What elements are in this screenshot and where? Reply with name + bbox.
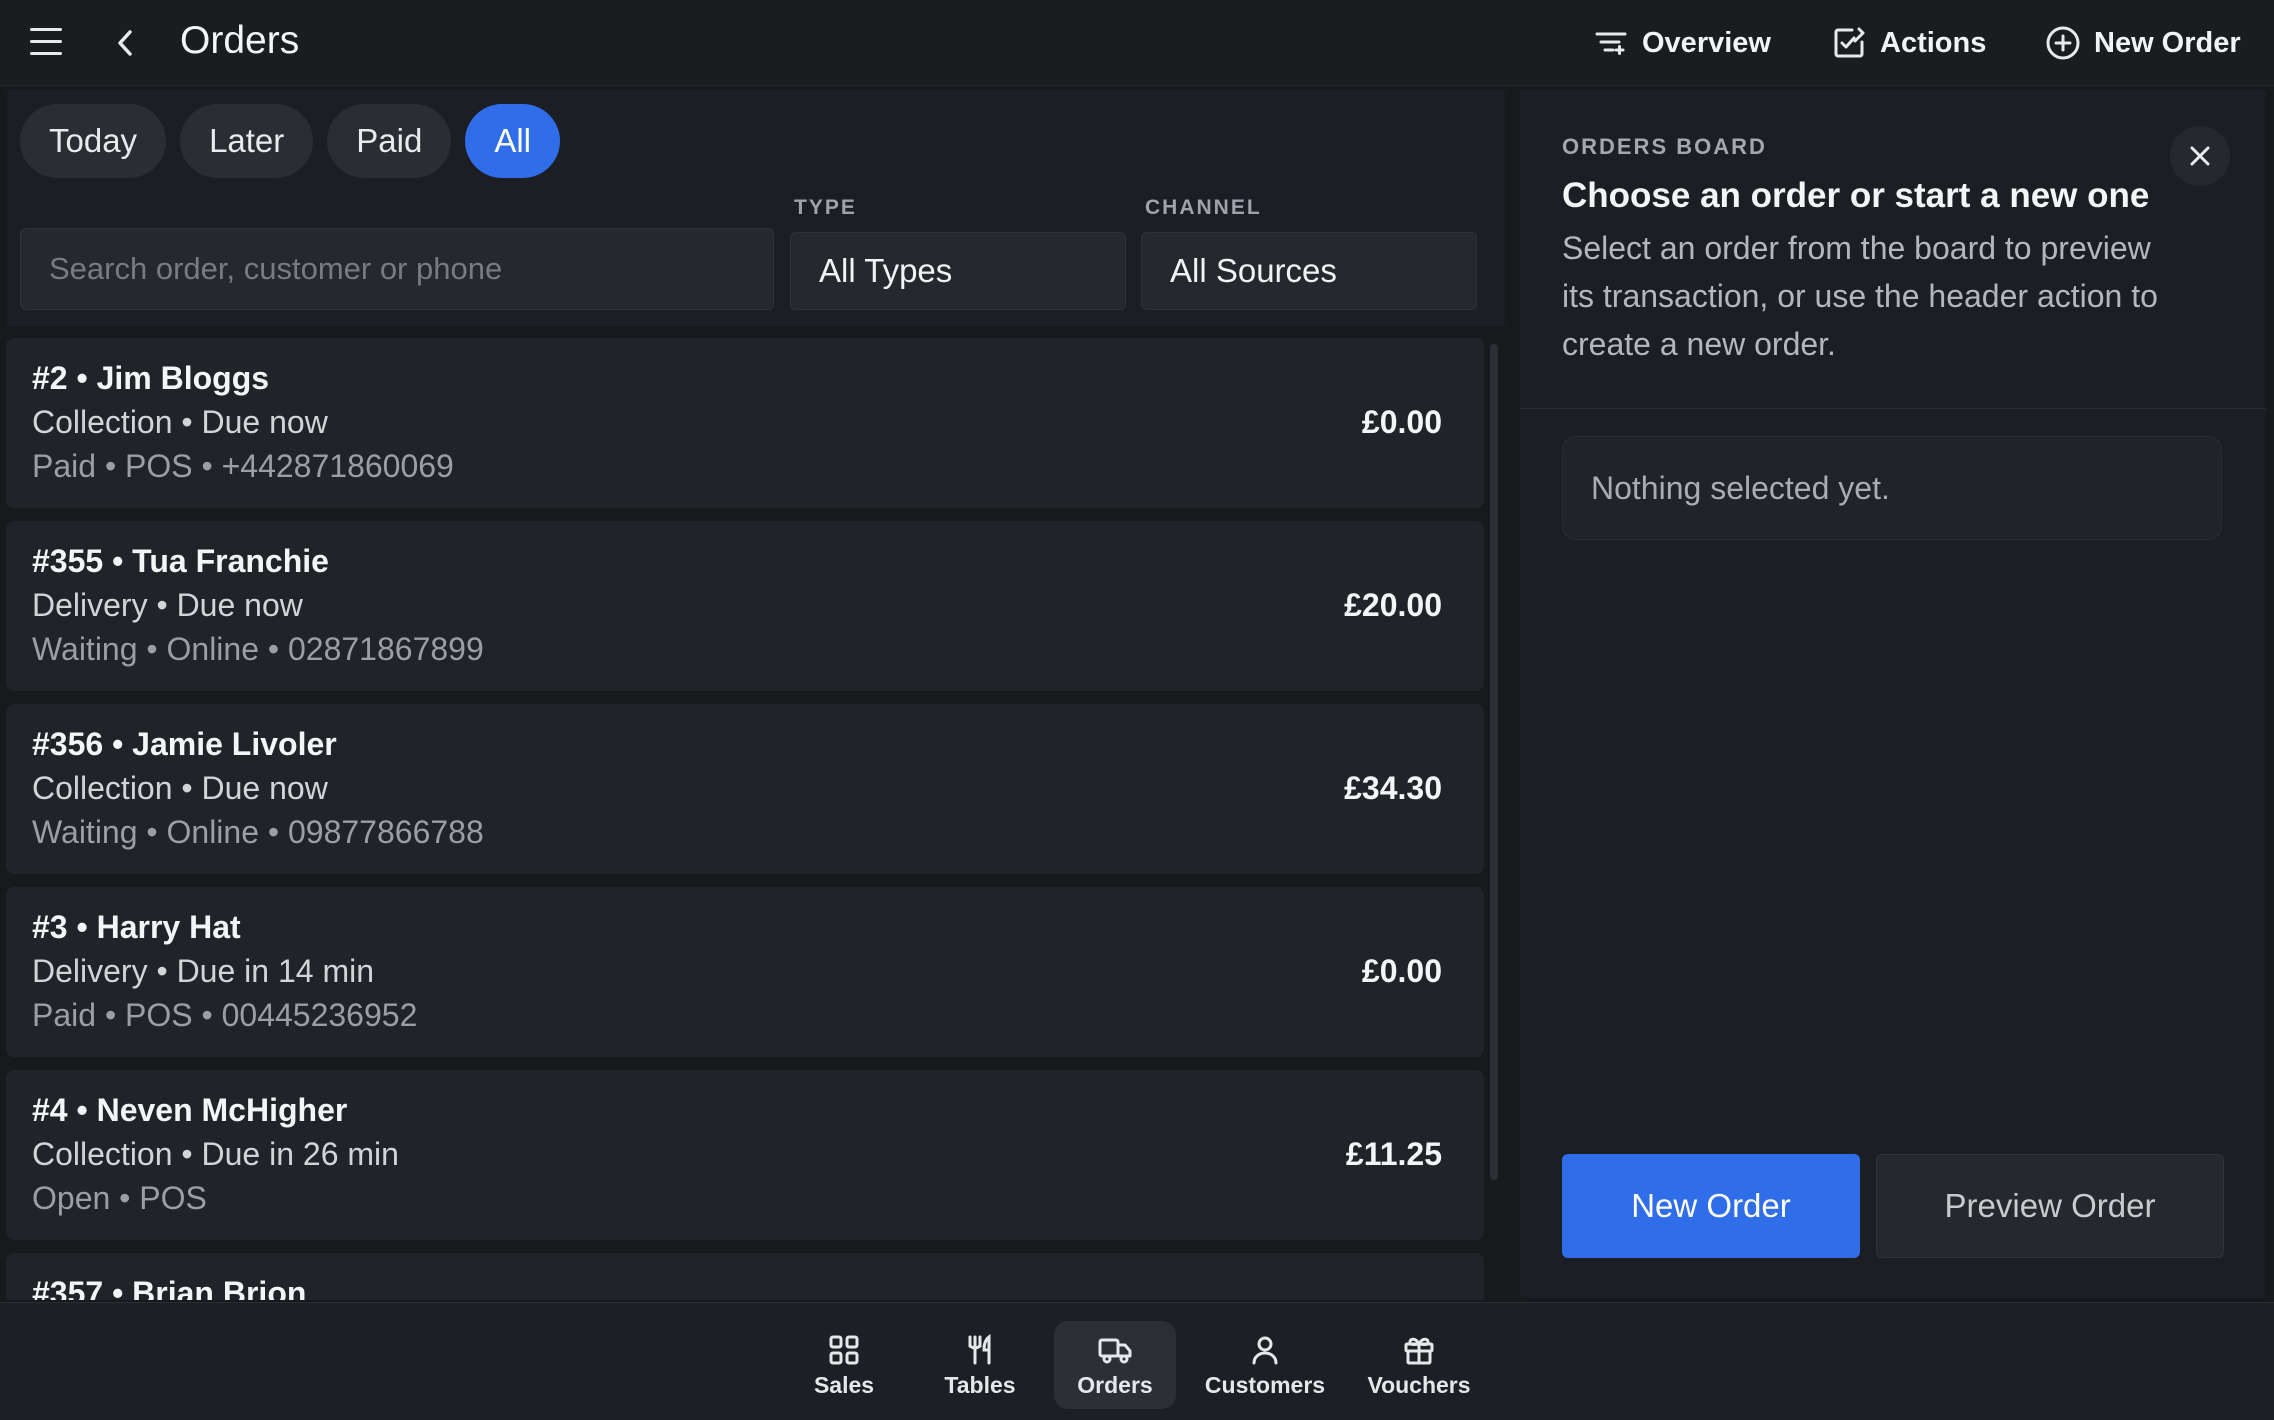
- order-detail-panel: ORDERS BOARD Choose an order or start a …: [1520, 90, 2266, 1298]
- actions-button[interactable]: Actions: [1830, 20, 1986, 66]
- nav-label: Customers: [1204, 1371, 1326, 1398]
- order-amount: £0.00: [1361, 953, 1442, 989]
- nav-vouchers[interactable]: Vouchers: [1362, 1321, 1476, 1409]
- header-new-order-button[interactable]: New Order: [2044, 20, 2241, 66]
- order-fulfilment: Collection • Due in 26 min: [32, 1136, 399, 1172]
- close-icon[interactable]: [2170, 126, 2230, 186]
- order-card[interactable]: #4 • Neven McHigher Collection • Due in …: [6, 1070, 1484, 1240]
- actions-label: Actions: [1880, 26, 1987, 59]
- chip-later[interactable]: Later: [180, 104, 314, 178]
- order-title: #2 • Jim Bloggs: [32, 360, 270, 396]
- panel-heading: Choose an order or start a new one: [1562, 176, 2150, 215]
- order-amount: £0.00: [1361, 404, 1442, 440]
- grid-icon: [826, 1332, 862, 1368]
- order-fulfilment: Delivery • Due now: [32, 587, 303, 623]
- order-status-line: Paid • POS • +442871860069: [32, 448, 454, 484]
- edit-checklist-icon: [1830, 24, 1868, 62]
- nav-label: Tables: [944, 1371, 1016, 1398]
- order-title: #3 • Harry Hat: [32, 909, 241, 945]
- user-icon: [1247, 1332, 1283, 1368]
- order-card[interactable]: #355 • Tua Franchie Delivery • Due now W…: [6, 521, 1484, 691]
- nav-label: Orders: [1077, 1371, 1153, 1398]
- channel-select[interactable]: All Sources: [1141, 232, 1477, 310]
- nav-orders[interactable]: Orders: [1054, 1321, 1176, 1409]
- new-order-button[interactable]: New Order: [1562, 1154, 1860, 1258]
- overview-button[interactable]: Overview: [1592, 20, 1771, 66]
- nav-label: Sales: [813, 1371, 875, 1398]
- order-title: #357 • Brian Brion: [32, 1275, 307, 1300]
- panel-divider: [1520, 408, 2266, 409]
- plus-circle-icon: [2044, 24, 2082, 62]
- page-title: Orders: [180, 19, 300, 62]
- gift-icon: [1401, 1332, 1437, 1368]
- menu-icon[interactable]: [30, 28, 64, 56]
- orders-list: #2 • Jim Bloggs Collection • Due now Pai…: [6, 338, 1484, 1300]
- order-status-line: Waiting • Online • 09877866788: [32, 814, 484, 850]
- order-amount: £20.00: [1344, 587, 1442, 623]
- order-amount: £11.25: [1345, 1136, 1442, 1172]
- order-fulfilment: Delivery • Due in 14 min: [32, 953, 374, 989]
- status-chip-group: Today Later Paid All: [20, 104, 561, 178]
- type-select[interactable]: All Types: [790, 232, 1126, 310]
- orders-scrollbar[interactable]: [1490, 344, 1498, 1180]
- channel-filter-label: CHANNEL: [1145, 196, 1262, 219]
- chip-paid[interactable]: Paid: [327, 104, 452, 178]
- overview-label: Overview: [1642, 26, 1771, 59]
- filter-lines-icon: [1592, 24, 1630, 62]
- order-card[interactable]: #3 • Harry Hat Delivery • Due in 14 min …: [6, 887, 1484, 1057]
- nav-tables[interactable]: Tables: [934, 1321, 1026, 1409]
- back-arrow-icon[interactable]: [110, 24, 140, 62]
- order-card[interactable]: #357 • Brian Brion: [6, 1253, 1484, 1300]
- order-fulfilment: Collection • Due now: [32, 770, 328, 806]
- nav-label: Vouchers: [1367, 1371, 1471, 1398]
- chip-today[interactable]: Today: [20, 104, 167, 178]
- preview-order-button[interactable]: Preview Order: [1876, 1154, 2224, 1258]
- new-order-label: New Order: [2094, 26, 2241, 59]
- chip-all[interactable]: All: [465, 104, 561, 178]
- panel-eyebrow: ORDERS BOARD: [1562, 134, 1767, 159]
- order-amount: £34.30: [1344, 770, 1442, 806]
- fork-knife-icon: [962, 1332, 998, 1368]
- order-status-line: Paid • POS • 00445236952: [32, 997, 418, 1033]
- order-title: #356 • Jamie Livoler: [32, 726, 337, 762]
- type-filter-label: TYPE: [794, 196, 857, 219]
- panel-description: Select an order from the board to previe…: [1562, 230, 2158, 362]
- search-input[interactable]: Search order, customer or phone: [20, 228, 774, 310]
- order-title: #4 • Neven McHigher: [32, 1092, 348, 1128]
- order-status-line: Open • POS: [32, 1180, 207, 1216]
- delivery-truck-icon: [1097, 1332, 1133, 1368]
- order-fulfilment: Collection • Due now: [32, 404, 328, 440]
- nav-sales[interactable]: Sales: [802, 1321, 886, 1409]
- app-header: Orders Overview Actions New Order: [0, 0, 2274, 86]
- order-status-line: Waiting • Online • 02871867899: [32, 631, 484, 667]
- nav-customers[interactable]: Customers: [1202, 1321, 1328, 1409]
- empty-selection-message: Nothing selected yet.: [1562, 436, 2222, 540]
- order-title: #355 • Tua Franchie: [32, 543, 329, 579]
- order-card[interactable]: #2 • Jim Bloggs Collection • Due now Pai…: [6, 338, 1484, 508]
- bottom-navigation: Sales Tables Orders Customers Vouchers: [0, 1302, 2274, 1420]
- order-card[interactable]: #356 • Jamie Livoler Collection • Due no…: [6, 704, 1484, 874]
